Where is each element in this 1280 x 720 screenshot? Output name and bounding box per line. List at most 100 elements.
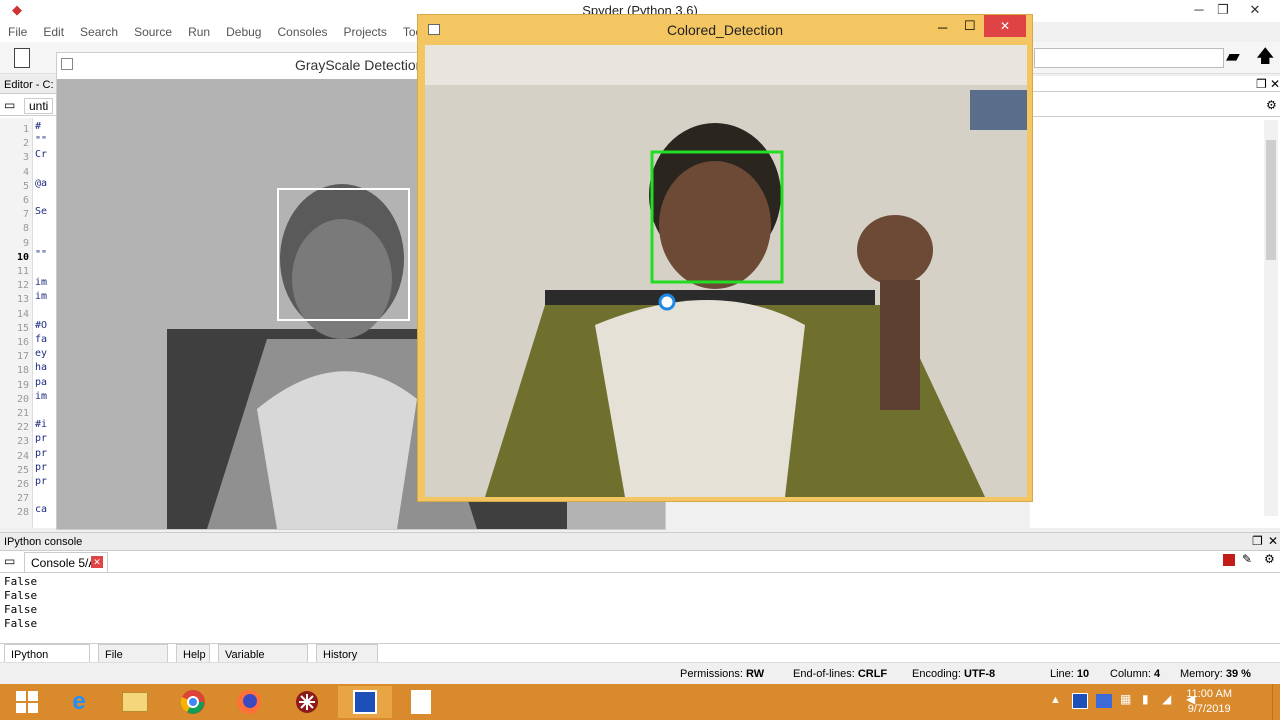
close-console-icon[interactable]: ✕ <box>91 556 103 568</box>
minimize-icon[interactable]: ─ <box>938 20 947 35</box>
line-number: 23 <box>16 436 29 448</box>
menubar: File Edit Search Source Run Debug Consol… <box>0 22 455 42</box>
undock-icon[interactable]: ❐ <box>1256 77 1267 91</box>
line-number: 8 <box>22 223 29 235</box>
line-number: 18 <box>16 365 29 377</box>
divider <box>1030 116 1280 117</box>
close-pane-icon[interactable]: ✕ <box>1270 77 1280 91</box>
clock[interactable]: 11:00 AM 9/7/2019 <box>1186 687 1232 717</box>
working-dir-combo[interactable] <box>1034 48 1224 68</box>
stop-icon[interactable] <box>1223 554 1235 566</box>
tray-network-icon[interactable]: ▦ <box>1120 692 1131 706</box>
gear-icon[interactable]: ⚙ <box>1266 98 1277 112</box>
notepad-icon[interactable] <box>394 686 448 718</box>
status-column-label: Column: <box>1110 668 1151 680</box>
folder-open-icon[interactable]: ▰ <box>1226 46 1240 67</box>
code-line[interactable]: pa <box>35 377 47 388</box>
code-line[interactable]: "" <box>35 135 47 146</box>
line-number: 11 <box>16 266 29 277</box>
colored-camera-frame <box>425 45 1027 497</box>
menu-file[interactable]: File <box>0 25 35 39</box>
clear-icon[interactable]: ✎ <box>1242 552 1252 566</box>
show-hidden-icons[interactable]: ▲ <box>1050 694 1061 706</box>
code-line[interactable]: Cr <box>35 149 47 160</box>
code-line[interactable]: fa <box>35 334 47 345</box>
undock-icon[interactable]: ❐ <box>1252 534 1263 548</box>
spyder-taskbar-icon[interactable] <box>280 686 334 718</box>
tab-variable-explorer[interactable]: Variable explorer <box>218 644 308 681</box>
status-eol: End-of-lines: CRLF <box>793 668 887 680</box>
tab-history-log[interactable]: History log <box>316 644 378 681</box>
menu-edit[interactable]: Edit <box>35 25 72 39</box>
line-number: 7 <box>22 209 29 221</box>
code-line[interactable]: pr <box>35 433 47 444</box>
code-line[interactable]: "" <box>35 249 47 260</box>
tray-app-icon[interactable] <box>1072 693 1088 709</box>
code-line[interactable]: im <box>35 291 47 302</box>
firefox-icon[interactable] <box>222 686 276 718</box>
new-file-icon[interactable] <box>14 48 30 68</box>
line-number: 20 <box>16 393 29 405</box>
editor-tab[interactable]: unti <box>24 98 54 114</box>
code-line[interactable]: ha <box>35 362 47 373</box>
code-line[interactable]: pr <box>35 448 47 459</box>
maximize-icon[interactable]: ☐ <box>964 18 976 34</box>
line-number: 14 <box>16 308 29 320</box>
code-line[interactable]: #O <box>35 320 47 331</box>
clock-time: 11:00 AM <box>1186 688 1232 700</box>
menu-projects[interactable]: Projects <box>336 25 395 39</box>
python-window-icon[interactable] <box>338 686 392 718</box>
menu-run[interactable]: Run <box>180 25 218 39</box>
code-line[interactable]: pr <box>35 462 47 473</box>
browse-tabs-icon[interactable]: ▭ <box>4 98 15 112</box>
code-line[interactable]: im <box>35 391 47 402</box>
tab-help[interactable]: Help <box>176 644 210 664</box>
menu-search[interactable]: Search <box>72 25 126 39</box>
show-desktop-button[interactable] <box>1272 684 1280 720</box>
gear-icon[interactable]: ⚙ <box>1264 552 1275 566</box>
code-line[interactable]: ca <box>35 504 47 515</box>
chrome-icon[interactable] <box>166 686 220 718</box>
code-line[interactable]: @a <box>35 178 47 189</box>
status-column-value: 4 <box>1154 668 1161 680</box>
menu-debug[interactable]: Debug <box>218 25 269 39</box>
close-pane-icon[interactable]: ✕ <box>1268 534 1278 548</box>
battery-icon[interactable]: ▮ <box>1142 692 1149 706</box>
help-pane-header <box>1030 76 1280 92</box>
scrollbar-thumb[interactable] <box>1266 140 1276 260</box>
internet-explorer-icon[interactable]: e <box>52 686 106 718</box>
colored-window[interactable]: Colored_Detection ─ ☐ ✕ <box>417 14 1033 502</box>
tray-app2-icon[interactable] <box>1096 694 1112 708</box>
line-number: 5 <box>22 180 29 192</box>
line-number-gutter: 1 2 3 4 5 6 7 8 9 10 11 12 13 14 15 16 17 18 19 20 21 22 23 24 2… <box>0 118 33 528</box>
close-icon[interactable]: ✕ <box>1240 0 1270 22</box>
status-eol-label: End-of-lines: <box>793 668 855 680</box>
file-explorer-icon[interactable] <box>108 686 162 718</box>
code-line[interactable]: im <box>35 277 47 288</box>
code-line[interactable]: pr <box>35 476 47 487</box>
wifi-icon[interactable]: ◢ <box>1162 692 1171 706</box>
code-line[interactable]: #i <box>35 419 47 430</box>
tab-file-explorer[interactable]: File explorer <box>98 644 168 681</box>
line-number: 24 <box>16 450 29 462</box>
up-arrow-icon[interactable]: 🡅 <box>1256 44 1275 74</box>
code-line[interactable]: # <box>35 121 41 132</box>
close-icon[interactable]: ✕ <box>984 15 1026 37</box>
line-number: 4 <box>22 166 29 178</box>
scrollbar[interactable] <box>1264 120 1278 516</box>
restore-icon[interactable]: ❐ <box>1208 0 1238 22</box>
browse-tabs-icon[interactable]: ▭ <box>4 554 15 568</box>
code-line[interactable]: ey <box>35 348 47 359</box>
console-tabbar: ▭ Console 5/A ✕ ✎ ⚙ <box>0 551 1280 573</box>
line-number: 17 <box>16 351 29 363</box>
windows-start-icon[interactable] <box>0 686 54 718</box>
scrollbar[interactable] <box>1266 577 1280 639</box>
colored-titlebar[interactable]: Colored_Detection ─ ☐ ✕ <box>418 15 1032 45</box>
menu-source[interactable]: Source <box>126 25 180 39</box>
menu-consoles[interactable]: Consoles <box>269 25 335 39</box>
tab-ipython-console[interactable]: IPython console <box>4 644 90 681</box>
line-number: 27 <box>16 493 29 505</box>
console-tab[interactable]: Console 5/A ✕ <box>24 552 108 572</box>
code-line[interactable]: Se <box>35 206 47 217</box>
console-tab-label: Console 5/A <box>31 556 97 570</box>
